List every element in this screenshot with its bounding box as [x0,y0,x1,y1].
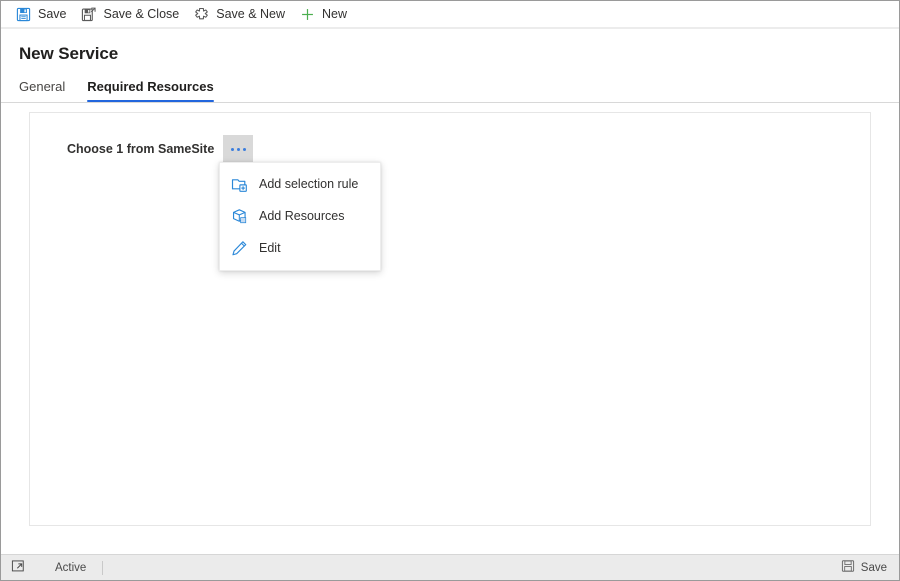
ellipsis-dot [230,147,234,151]
plus-icon [299,6,315,22]
status-bar-save-button[interactable]: Save [833,557,891,579]
more-options-button[interactable] [223,135,254,163]
save-close-floppy-icon [81,6,97,22]
new-button-label: New [322,6,348,21]
menu-item-add-selection-rule-label: Add selection rule [259,177,359,191]
save-and-close-button[interactable]: Save & Close [77,1,190,27]
save-button-label: Save [38,6,67,21]
page-title: New Service [19,44,119,63]
tab-strip: General Required Resources [19,74,899,102]
choose-from-site-label: Choose 1 from SameSite [67,142,215,156]
status-bar-left: Active [7,557,105,579]
page-header: New Service General Required Resources [1,29,899,102]
add-selection-rule-icon [231,176,248,193]
expand-icon [11,559,25,576]
choose-from-site-row: Choose 1 from SameSite [67,135,254,163]
save-floppy-icon [841,559,855,576]
ellipsis-dot [236,147,240,151]
menu-item-edit[interactable]: Edit [220,232,380,264]
save-floppy-icon [15,6,31,22]
ellipsis-dot [242,147,246,151]
expand-button[interactable] [7,557,29,579]
menu-item-add-resources-label: Add Resources [259,209,345,223]
save-and-close-button-label: Save & Close [103,6,180,21]
tab-required-resources-label: Required Resources [87,79,214,94]
save-button[interactable]: Save [11,1,77,27]
tab-required-resources[interactable]: Required Resources [87,79,215,102]
new-button[interactable]: New [295,1,357,27]
context-menu: Add selection rule Add Resources Edit [219,162,381,271]
status-bar: Active Save [1,554,899,580]
required-resources-panel: Choose 1 from SameSite Add selection rul… [29,112,871,526]
status-text: Active [55,561,87,574]
tab-general[interactable]: General [19,79,65,102]
status-bar-save-label: Save [860,561,887,574]
command-bar: Save Save & Close Save & New New [1,1,899,29]
save-and-new-button[interactable]: Save & New [189,1,295,27]
menu-item-edit-label: Edit [259,241,281,255]
menu-item-add-resources[interactable]: Add Resources [220,200,380,232]
save-new-burst-icon [193,6,209,22]
save-and-new-button-label: Save & New [216,6,286,21]
app-window: Save Save & Close Save & New New New Ser… [0,0,900,581]
tab-general-label: General [19,79,66,94]
body-area: Choose 1 from SameSite Add selection rul… [1,103,899,554]
menu-item-add-selection-rule[interactable]: Add selection rule [220,168,380,200]
add-resources-box-icon [231,208,248,225]
edit-pencil-icon [231,240,248,257]
status-separator [102,560,104,575]
